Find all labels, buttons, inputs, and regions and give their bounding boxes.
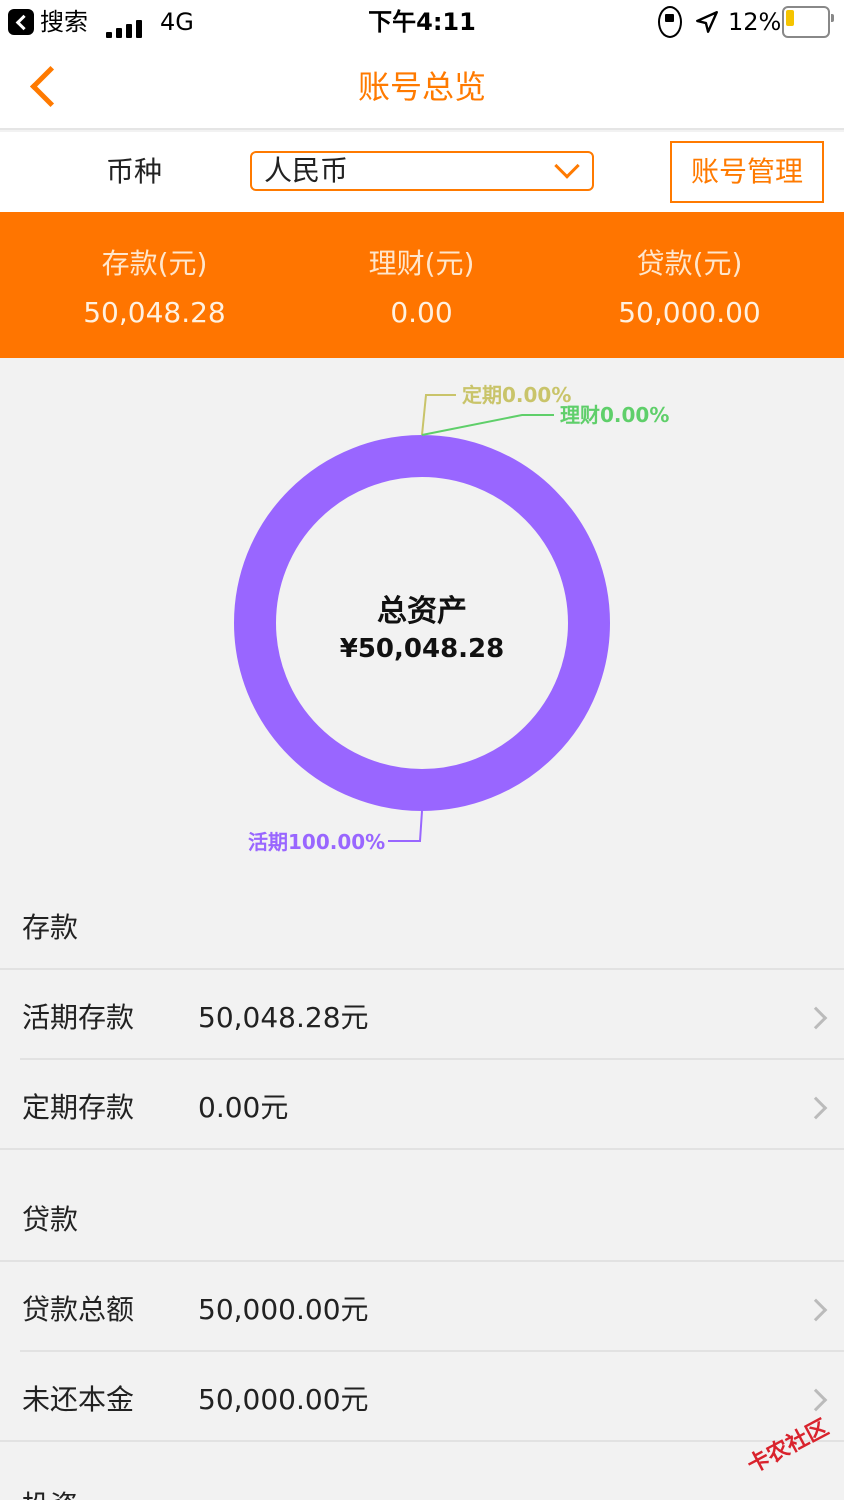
- navbar: 账号总览: [0, 44, 844, 130]
- row-name: 未还本金: [22, 1383, 135, 1416]
- slice-label-1: 定期0.00%: [462, 383, 571, 407]
- slice-label-2: 理财0.00%: [560, 403, 669, 427]
- row-name: 定期存款: [22, 1091, 135, 1124]
- divider: [0, 1440, 844, 1442]
- donut-center-title: 总资产: [377, 594, 467, 629]
- chevron-right-icon: [804, 1096, 828, 1120]
- summary-label: 贷款(元): [636, 247, 743, 280]
- currency-row: 币种 人民币 账号管理: [0, 132, 844, 212]
- section-loan-header: 贷款: [0, 1170, 844, 1260]
- section-title: 贷款: [22, 1203, 79, 1236]
- battery-percent: 12%: [728, 8, 782, 36]
- row-value: 50,000.00元: [198, 1383, 369, 1416]
- row-value: 0.00元: [198, 1091, 289, 1124]
- currency-selected-value: 人民币: [264, 154, 349, 187]
- section-investment-header: 投资: [22, 1484, 78, 1500]
- chevron-right-icon: [804, 1298, 828, 1322]
- row-name: 活期存款: [22, 1001, 135, 1034]
- leader-line-2: [421, 414, 554, 436]
- asset-donut-chart: 活期100.00% 定期0.00% 理财0.00% 总资产 ¥50,048.28: [0, 358, 844, 878]
- row-value: 50,000.00元: [198, 1293, 369, 1326]
- leader-line-0: [388, 810, 423, 842]
- chevron-down-icon: [554, 153, 580, 179]
- summary-label: 理财(元): [368, 247, 475, 280]
- chevron-right-icon: [804, 1006, 828, 1030]
- row-unpaid-principal[interactable]: 未还本金 50,000.00元: [0, 1350, 844, 1440]
- section-deposit-header: 存款: [0, 878, 844, 968]
- rotation-lock-icon: [658, 6, 682, 38]
- summary-amount: 50,048.28: [83, 296, 226, 329]
- watermark-logo: 卡农社区: [743, 1414, 833, 1472]
- chevron-right-icon: [804, 1388, 828, 1412]
- currency-select[interactable]: 人民币: [250, 151, 594, 191]
- row-name: 贷款总额: [22, 1293, 135, 1326]
- slice-label-0: 活期100.00%: [248, 830, 385, 854]
- summary-band: 存款(元) 50,048.28 理财(元) 0.00 贷款(元) 50,000.…: [0, 212, 844, 358]
- summary-amount: 50,000.00: [618, 296, 761, 329]
- watermark-text: 卡农社区: [743, 1414, 833, 1472]
- summary-amount: 0.00: [390, 296, 453, 329]
- summary-label: 存款(元): [101, 247, 208, 280]
- account-management-button[interactable]: 账号管理: [670, 141, 824, 203]
- battery-icon: [782, 6, 834, 38]
- page-title: 账号总览: [357, 68, 486, 106]
- donut-center: 总资产 ¥50,048.28: [272, 586, 572, 664]
- row-fixed-deposit[interactable]: 定期存款 0.00元: [0, 1058, 844, 1148]
- row-loan-total[interactable]: 贷款总额 50,000.00元: [0, 1260, 844, 1350]
- location-icon: [696, 11, 718, 33]
- donut-center-amount: ¥50,048.28: [339, 634, 505, 664]
- row-demand-deposit[interactable]: 活期存款 50,048.28元: [0, 968, 844, 1058]
- section-title: 存款: [22, 911, 79, 944]
- divider: [0, 1148, 844, 1150]
- currency-label: 币种: [106, 155, 163, 188]
- status-bar: 搜索 4G 下午4:11 12%: [0, 0, 844, 44]
- row-value: 50,048.28元: [198, 1001, 369, 1034]
